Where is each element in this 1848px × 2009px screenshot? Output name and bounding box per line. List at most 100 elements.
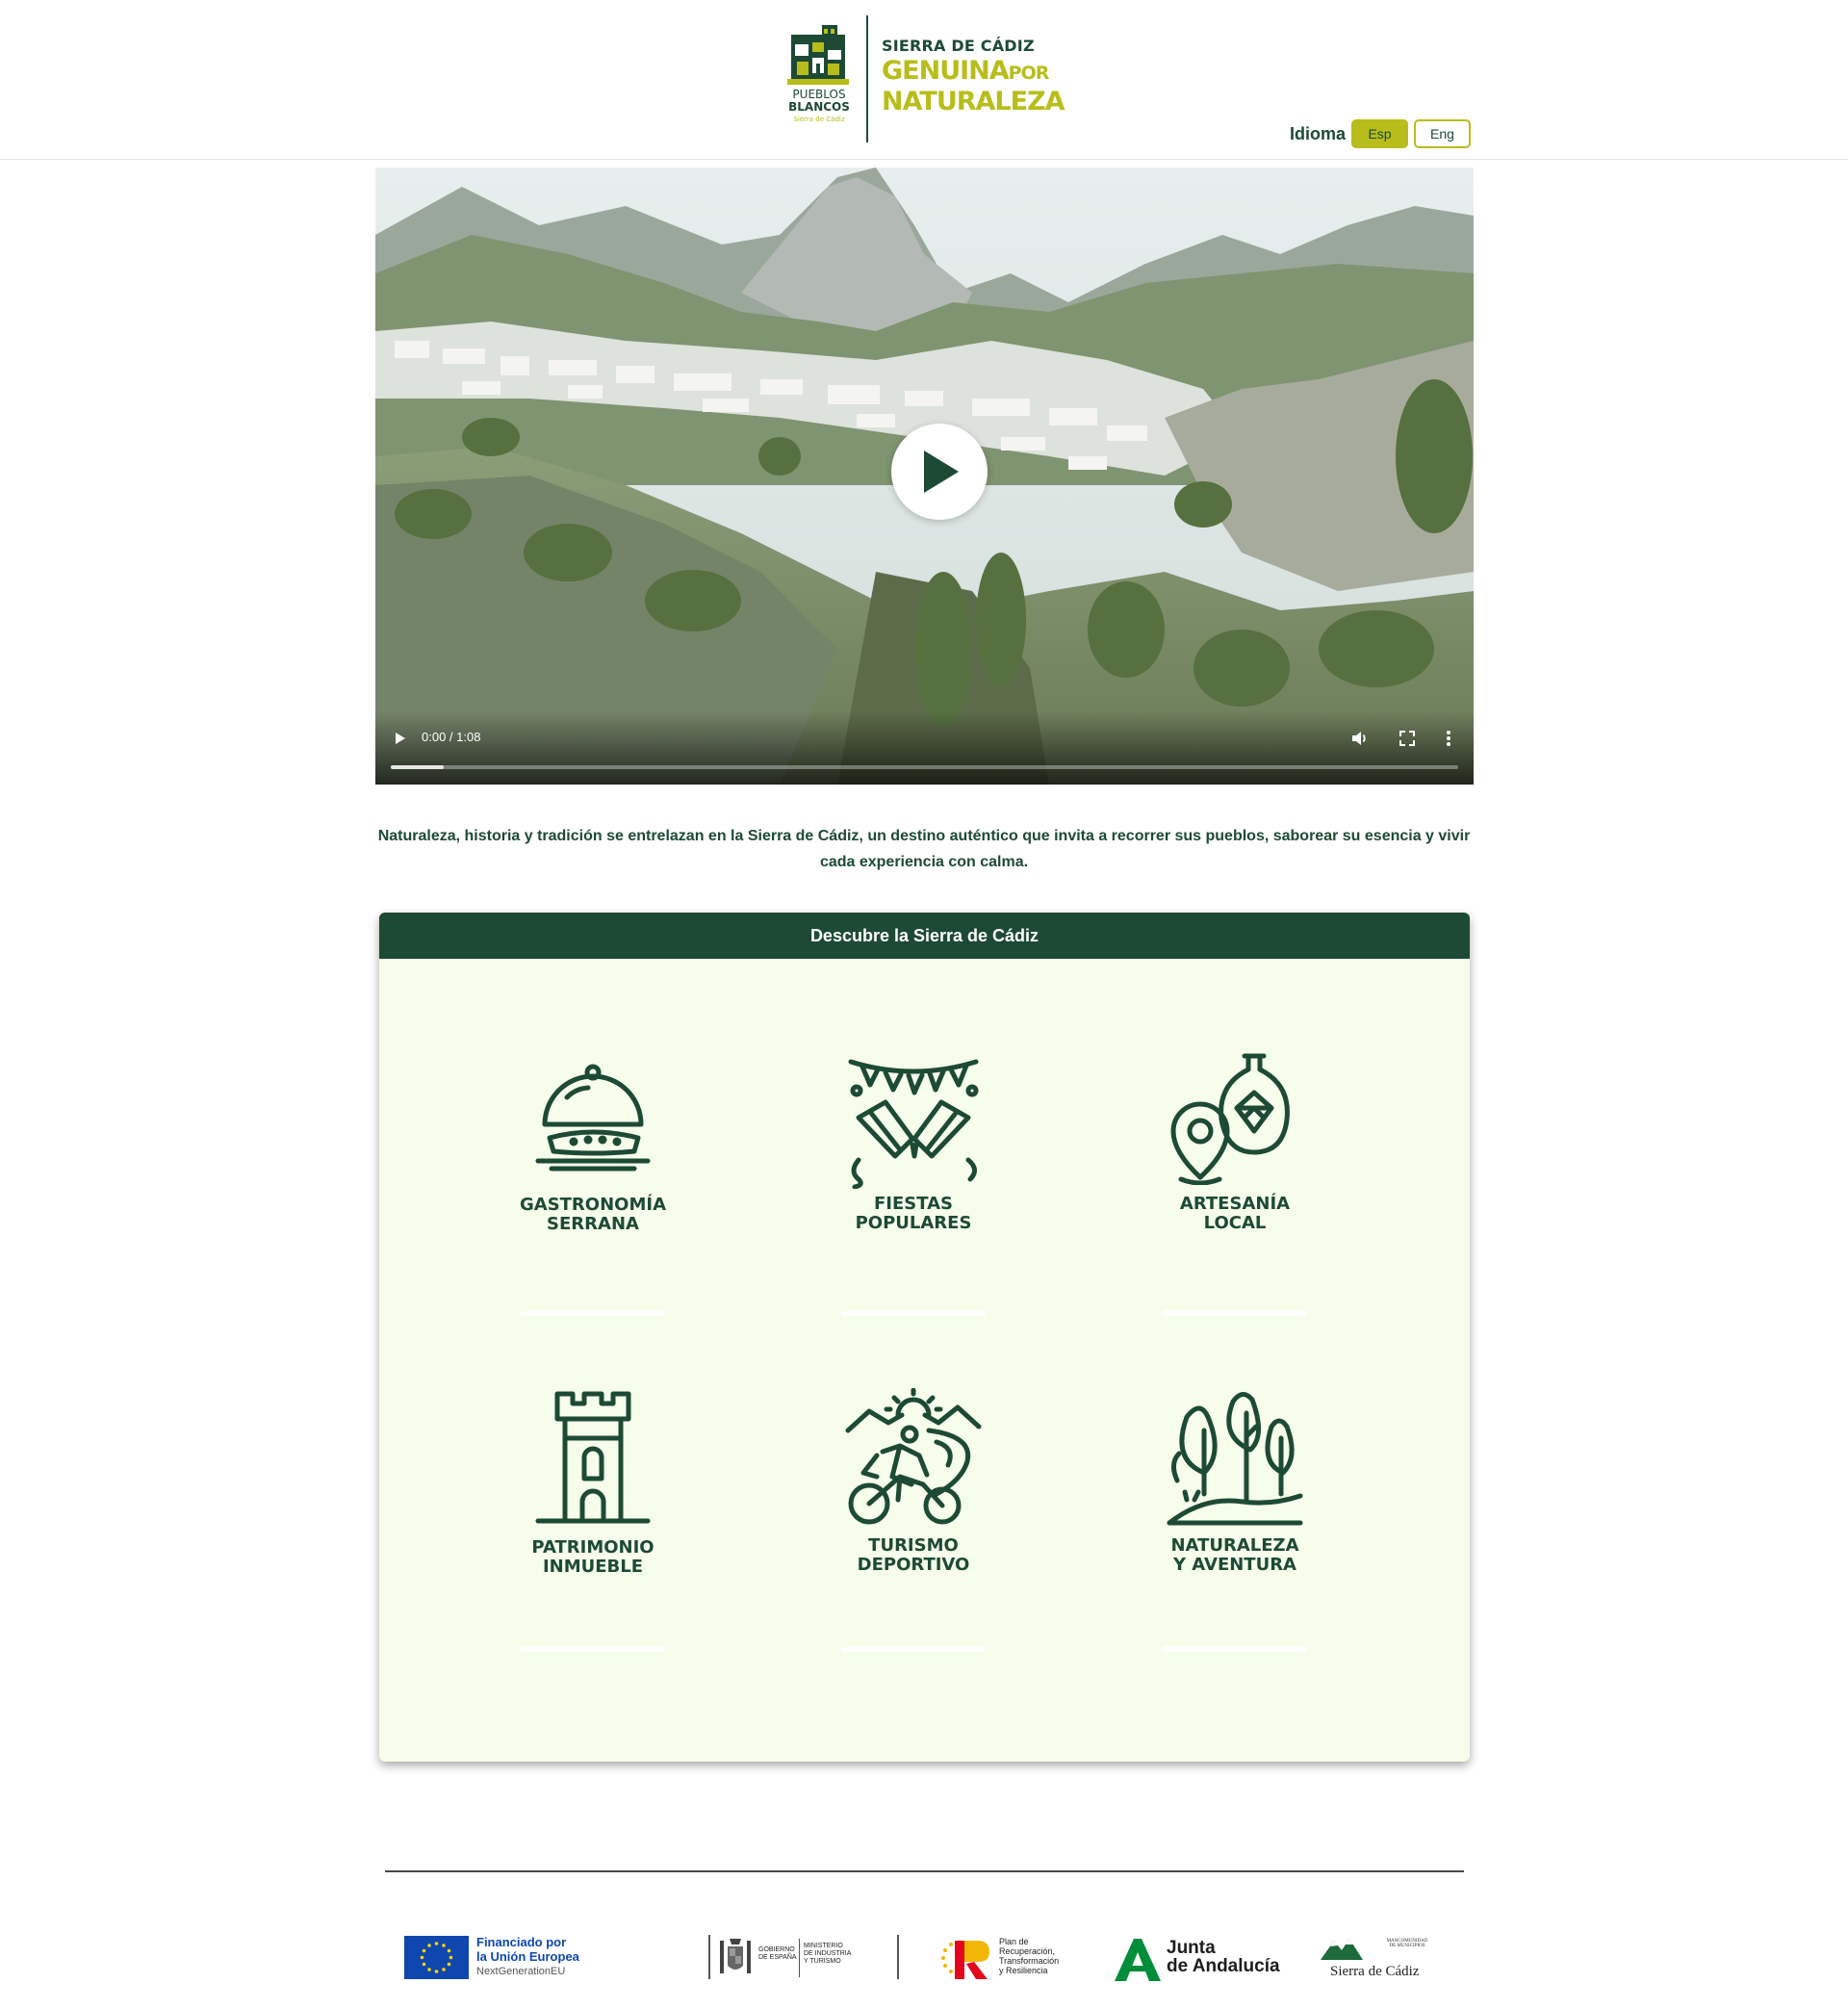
video-duration: 1:08 (456, 730, 481, 744)
pottery-pin-icon (1170, 1053, 1290, 1185)
logo-pueblos-line3: Sierra de Cádiz (793, 116, 844, 123)
category-underline (841, 1310, 986, 1316)
logo-divider (866, 15, 868, 142)
play-icon (924, 451, 959, 493)
category-label: PATRIMONIO INMUEBLE (492, 1538, 694, 1577)
mountains-logo-icon (1321, 1939, 1363, 1960)
ministerio-rule (897, 1935, 899, 1979)
category-label-line1: TURISMO (868, 1535, 959, 1556)
spain-coat-of-arms-icon (720, 1939, 751, 1973)
category-underline (841, 1646, 986, 1652)
gobierno-rule (708, 1935, 710, 1979)
junta-line1: Junta (1167, 1938, 1216, 1958)
ministerio-line3: Y TURISMO (804, 1958, 841, 1965)
eu-line2: la Unión Europea (476, 1949, 579, 1964)
gobierno-inner-rule (799, 1939, 800, 1977)
category-label-line2: SERRANA (547, 1214, 639, 1234)
plan-line2: Recuperación, (999, 1946, 1056, 1956)
ministerio-line2: DE INDUSTRIA (804, 1950, 852, 1957)
forest-trees-icon (1167, 1392, 1303, 1526)
logo-wordmark: SIERRA DE CÁDIZ GENUINAPOR NATURALEZA (882, 37, 1074, 116)
site-header: PUEBLOS BLANCOS Sierra de Cádiz SIERRA D… (0, 0, 1848, 160)
logo-pueblos-line1: PUEBLOS (792, 88, 845, 101)
junta-andalucia-logo[interactable]: Junta de Andalucía (1113, 1925, 1280, 1983)
site-logo[interactable]: PUEBLOS BLANCOS Sierra de Cádiz SIERRA D… (785, 15, 1065, 142)
category-gastronomia[interactable]: GASTRONOMÍA SERRANA (492, 1059, 694, 1234)
junta-text: Junta de Andalucía (1167, 1939, 1282, 1975)
category-label-line2: LOCAL (1203, 1213, 1267, 1233)
play-overlay-button[interactable] (891, 424, 988, 520)
eu-line1: Financiado por (476, 1935, 567, 1949)
category-label-line1: ARTESANÍA (1179, 1194, 1291, 1214)
volume-icon[interactable] (1349, 728, 1371, 749)
eu-funding-logo[interactable]: Financiado por la Unión Europea NextGene… (404, 1925, 616, 1983)
mancomunidad-line2: DE MUNICIPIOS (1389, 1944, 1425, 1948)
category-turismo-deportivo[interactable]: TURISMO DEPORTIVO (812, 1388, 1014, 1575)
discover-title: Descubre la Sierra de Cádiz (379, 913, 1470, 959)
plan-line3: Transformación (999, 1956, 1060, 1966)
gobierno-line2: DE ESPAÑA (758, 1954, 797, 1961)
logo-brand-line1: SIERRA DE CÁDIZ (882, 37, 1035, 55)
intro-text: Naturaleza, historia y tradición se entr… (377, 828, 1471, 870)
ministerio-line1: MINISTERIO (804, 1943, 843, 1949)
video-time-separator: / (446, 730, 457, 744)
category-label-line2: POPULARES (855, 1213, 972, 1233)
category-underline (1163, 1310, 1307, 1316)
eu-flag-icon (404, 1936, 469, 1979)
castle-tower-icon (535, 1391, 651, 1524)
language-option-eng[interactable]: Eng (1414, 119, 1472, 148)
mancomunidad-sierra-logo[interactable]: MANCOMUNIDAD DE MUNICIPIOS Sierra de Cád… (1321, 1925, 1465, 1983)
video-player[interactable]: 0:00 / 1:08 (375, 167, 1474, 785)
category-artesania[interactable]: ARTESANÍA LOCAL (1134, 1052, 1336, 1233)
video-controls: 0:00 / 1:08 (375, 711, 1474, 785)
sponsor-logos: Financiado por la Unión Europea NextGene… (404, 1925, 1463, 1983)
fullscreen-icon[interactable] (1397, 728, 1418, 749)
junta-line2: de Andalucía (1167, 1956, 1280, 1976)
festival-bunting-icon (848, 1059, 979, 1189)
category-fiestas[interactable]: FIESTAS POPULARES (812, 1052, 1014, 1233)
control-play-icon[interactable] (393, 729, 408, 748)
plan-recuperacion-logo[interactable]: Plan de Recuperación, Transformación y R… (939, 1925, 1084, 1983)
category-label: GASTRONOMÍA SERRANA (492, 1196, 694, 1234)
category-label-line1: FIESTAS (873, 1194, 954, 1214)
category-label: NATURALEZA Y AVENTURA (1134, 1536, 1336, 1575)
plan-recuperacion-icon (941, 1941, 989, 1979)
food-cloche-icon (535, 1064, 651, 1172)
category-underline (1163, 1646, 1307, 1652)
category-label: ARTESANÍA LOCAL (1134, 1195, 1336, 1233)
category-label-line1: NATURALEZA (1170, 1535, 1299, 1556)
category-label: FIESTAS POPULARES (812, 1195, 1014, 1233)
category-label-line2: Y AVENTURA (1173, 1555, 1296, 1575)
video-current-time: 0:00 (422, 730, 447, 744)
pueblos-blancos-logo: PUEBLOS BLANCOS Sierra de Cádiz (787, 25, 850, 123)
eu-text: Financiado por la Unión Europea NextGene… (476, 1935, 611, 1979)
category-patrimonio[interactable]: PATRIMONIO INMUEBLE (492, 1390, 694, 1577)
gobierno-line1: GOBIERNO (758, 1946, 795, 1953)
category-underline (521, 1310, 665, 1316)
plan-line1: Plan de (999, 1937, 1029, 1946)
mountain-bike-icon (845, 1388, 982, 1525)
eu-line3: NextGenerationEU (476, 1966, 566, 1977)
plan-line4: y Resiliencia (999, 1966, 1048, 1975)
language-option-esp[interactable]: Esp (1351, 119, 1409, 148)
category-underline (521, 1646, 665, 1652)
logo-pueblos-line2: BLANCOS (788, 100, 850, 114)
mancomunidad-text: MANCOMUNIDAD DE MUNICIPIOS (1378, 1939, 1436, 1948)
category-label-line2: DEPORTIVO (857, 1555, 970, 1575)
category-naturaleza[interactable]: NATURALEZA Y AVENTURA (1134, 1388, 1336, 1575)
gobierno-espana-logo[interactable]: GOBIERNO DE ESPAÑA MINISTERIO DE INDUSTR… (708, 1925, 901, 1983)
language-label: Idioma (1290, 123, 1347, 143)
logo-brand-por: POR (1008, 63, 1050, 84)
ministerio-text: MINISTERIO DE INDUSTRIA Y TURISMO (804, 1943, 861, 1966)
video-progress-bar[interactable] (391, 765, 1458, 769)
discover-panel: Descubre la Sierra de Cádiz GASTRONOMÍA S… (379, 913, 1470, 1762)
logo-brand-line3: NATURALEZA (882, 87, 1065, 116)
category-label-line1: GASTRONOMÍA (519, 1195, 666, 1215)
more-options-icon[interactable] (1444, 728, 1453, 749)
language-switcher: Idioma Esp Eng (1290, 119, 1472, 148)
category-label-line2: INMUEBLE (542, 1557, 644, 1577)
logo-brand-line2: GENUINAPOR (882, 57, 1074, 88)
gobierno-text: GOBIERNO DE ESPAÑA (758, 1946, 797, 1962)
category-label-line1: PATRIMONIO (531, 1537, 654, 1558)
video-time: 0:00 / 1:08 (422, 730, 480, 744)
